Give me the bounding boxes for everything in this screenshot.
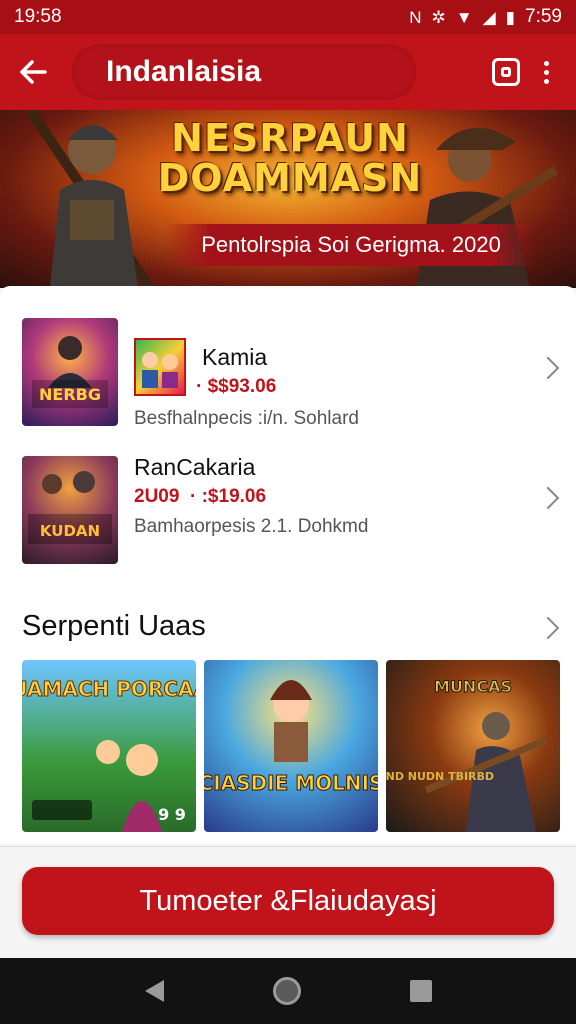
item-title: Kamia xyxy=(202,344,268,370)
item-thumbnail: NERBG xyxy=(22,318,118,426)
status-time-right: 7:59 xyxy=(525,6,562,27)
item-price-prefix: 2U09 xyxy=(134,486,180,507)
list-item[interactable]: KUDAN RanCakaria 2U09 · :$19.06 Bamhaorp… xyxy=(0,440,576,570)
section-chevron-icon[interactable] xyxy=(536,616,560,640)
tile-badge: 9 9 xyxy=(158,805,186,824)
back-arrow-icon xyxy=(20,60,47,84)
promo-banner[interactable]: NESRPAUN DOAMMASN Pentolrspia Soi Gerigm… xyxy=(0,110,576,288)
content-card: NERBG Kamia · $$93.06 Besfhalnpecis :i/n… xyxy=(0,286,576,844)
item-price: · $$93.06 xyxy=(196,376,277,397)
item-thumb-label: KUDAN xyxy=(40,522,100,540)
signal-icon: ◢ xyxy=(482,7,496,27)
status-icons: N ✲ ▼ ◢ ▮ 7:59 xyxy=(409,6,562,28)
status-bar: 19:58 N ✲ ▼ ◢ ▮ 7:59 xyxy=(0,0,576,34)
app-bar: Indanlaisia xyxy=(0,34,576,110)
banner-subtitle: Pentolrspia Soi Gerigma. 2020 xyxy=(166,224,536,266)
camera-icon[interactable] xyxy=(492,58,520,86)
tile-title: MUNCAS xyxy=(434,677,512,696)
list-item[interactable]: NERBG Kamia · $$93.06 Besfhalnpecis :i/n… xyxy=(0,302,576,432)
item-price: · :$19.06 xyxy=(190,486,267,507)
battery-icon: ▮ xyxy=(505,7,516,27)
item-mini-thumbnail xyxy=(134,338,186,396)
nav-back-icon[interactable] xyxy=(144,980,164,1002)
item-description: Bamhaorpesis 2.1. Dohkmd xyxy=(134,516,369,537)
more-vert-icon[interactable] xyxy=(538,60,554,84)
nfc-icon: N xyxy=(409,7,422,27)
chevron-right-icon xyxy=(536,356,560,380)
section-title: Serpenti Uaas xyxy=(22,610,206,642)
app-title: Indanlaisia xyxy=(72,44,416,100)
bottom-action-area: Tumoeter &Flaiudayasj xyxy=(0,846,576,958)
game-tile[interactable]: NUAMACH PORCAAS 9 9 xyxy=(22,660,196,832)
tile-row: NUAMACH PORCAAS 9 9 CIASDIE MOLNIS MUNCA… xyxy=(22,660,560,832)
primary-cta-button[interactable]: Tumoeter &Flaiudayasj xyxy=(22,867,554,935)
nav-home-icon[interactable] xyxy=(272,977,301,1005)
chevron-right-icon xyxy=(536,486,560,510)
status-time-left: 19:58 xyxy=(14,6,62,27)
back-button[interactable] xyxy=(0,34,66,110)
tile-subtitle: 7ND NUDN TBIRBD xyxy=(386,770,494,783)
tile-title: NUAMACH PORCAAS xyxy=(22,677,196,701)
banner-title: NESRPAUN DOAMMASN xyxy=(120,118,460,198)
item-thumbnail: KUDAN xyxy=(22,456,118,564)
nav-recents-icon[interactable] xyxy=(409,980,432,1002)
game-tile[interactable]: MUNCAS 7ND NUDN TBIRBD xyxy=(386,660,560,832)
system-nav-bar xyxy=(0,958,576,1024)
tile-title: CIASDIE MOLNIS xyxy=(204,771,378,795)
item-description: Besfhalnpecis :i/n. Sohlard xyxy=(134,408,359,429)
item-title: RanCakaria xyxy=(134,454,256,480)
banner-title-line1: NESRPAUN xyxy=(171,116,409,160)
vibrate-icon: ✲ xyxy=(431,7,446,27)
wifi-icon: ▼ xyxy=(455,7,473,27)
game-tile[interactable]: CIASDIE MOLNIS xyxy=(204,660,378,832)
banner-title-line2: DOAMMASN xyxy=(157,156,423,200)
item-thumb-label: NERBG xyxy=(39,385,101,404)
